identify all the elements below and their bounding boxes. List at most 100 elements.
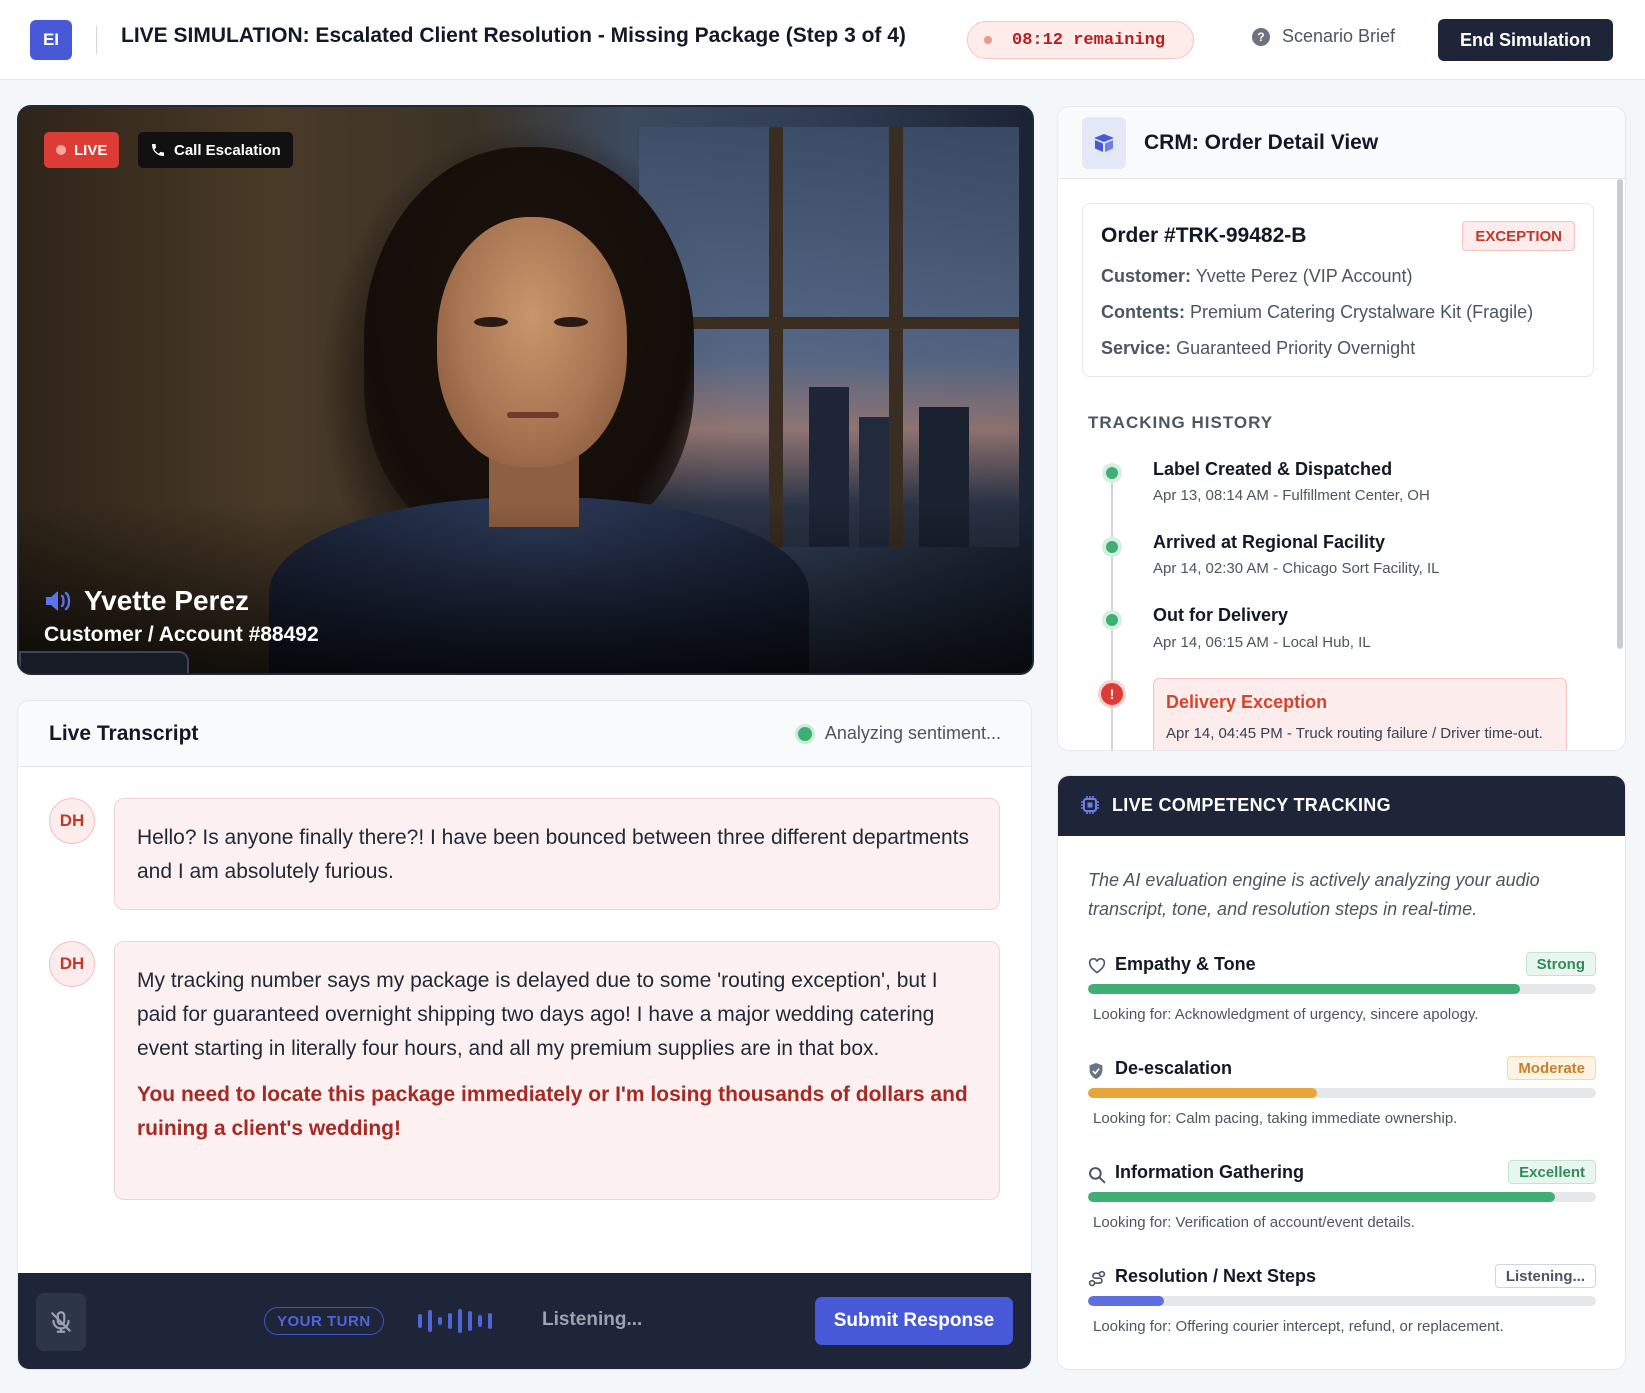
metric-name: Empathy & Tone <box>1115 954 1256 974</box>
metric-name: De-escalation <box>1115 1058 1233 1078</box>
crm-title: CRM: Order Detail View <box>1144 131 1379 154</box>
tracking-history-heading: TRACKING HISTORY <box>1088 413 1274 432</box>
metric-rating-badge: Listening... <box>1494 1264 1596 1288</box>
caller-account: Customer / Account #88492 <box>44 623 319 646</box>
metric-progress-fill <box>1088 1192 1556 1202</box>
sentiment-status-text: Analyzing sentiment... <box>824 723 1001 743</box>
order-card: Order #TRK-99482-B EXCEPTION Customer: Y… <box>1082 203 1594 377</box>
heart-icon <box>1088 958 1106 974</box>
timer-badge: 08:12 remaining <box>967 21 1194 59</box>
message-bubble: Hello? Is anyone finally there?! I have … <box>114 798 1000 910</box>
timer-text: 08:12 remaining <box>1012 30 1166 50</box>
order-service-label: Service: <box>1101 338 1172 358</box>
metric-progress-track <box>1088 984 1596 994</box>
video-corner-tab <box>19 651 189 673</box>
route-icon <box>1088 1270 1106 1287</box>
alert-icon: ! <box>1098 680 1126 708</box>
order-customer: Customer: Yvette Perez (VIP Account) <box>1101 266 1413 287</box>
metric-rating-badge: Excellent <box>1508 1160 1596 1184</box>
status-badge: EXCEPTION <box>1462 221 1575 251</box>
transcript-header: Live Transcript Analyzing sentiment... <box>18 701 1031 767</box>
tracking-event-title: Out for Delivery <box>1153 605 1289 625</box>
live-dot-icon <box>56 145 66 155</box>
end-simulation-button[interactable]: End Simulation <box>1438 19 1613 61</box>
search-icon <box>1089 1167 1106 1184</box>
caller-mouth <box>507 412 559 418</box>
metric-looking-for: Looking for: Verification of account/eve… <box>1093 1214 1415 1231</box>
order-customer-value: Yvette Perez (VIP Account) <box>1195 266 1413 286</box>
metric-progress-track <box>1088 1088 1596 1098</box>
live-label: LIVE <box>74 141 108 159</box>
mic-off-icon <box>51 1311 71 1333</box>
crm-scrollbar[interactable] <box>1617 179 1623 649</box>
scenario-brief-link[interactable]: ? Scenario Brief <box>1252 26 1395 47</box>
metric-looking-for: Looking for: Calm pacing, taking immedia… <box>1093 1110 1458 1127</box>
video-feed: LIVE Call Escalation Yvette Perez Custom… <box>17 105 1034 675</box>
order-contents-value: Premium Catering Crystalware Kit (Fragil… <box>1190 302 1534 322</box>
live-transcript-panel: Live Transcript Analyzing sentiment... D… <box>17 700 1032 1370</box>
window-mullion <box>639 317 1019 329</box>
caller-eye <box>554 317 588 327</box>
delivery-exception-card: Delivery Exception Apr 14, 04:45 PM - Tr… <box>1153 678 1567 750</box>
crm-header: CRM: Order Detail View <box>1058 107 1625 179</box>
caller-name: Yvette Perez <box>44 585 249 617</box>
tracking-event-title: Label Created & Dispatched <box>1153 459 1393 479</box>
avatar: DH <box>49 941 95 987</box>
competency-panel: LIVE COMPETENCY TRACKING The AI evaluati… <box>1057 775 1626 1370</box>
message-bubble: My tracking number says my package is de… <box>114 941 1000 1200</box>
timeline-dot-icon <box>1102 537 1122 557</box>
help-icon: ? <box>1252 27 1270 46</box>
listening-status: Listening... <box>542 1309 643 1330</box>
metric-name: Information Gathering <box>1115 1162 1304 1182</box>
page-title: LIVE SIMULATION: Escalated Client Resolu… <box>121 24 906 47</box>
tracking-event-detail: Apr 14, 02:30 AM - Chicago Sort Facility… <box>1153 560 1440 577</box>
metric-looking-for: Looking for: Offering courier intercept,… <box>1093 1318 1504 1335</box>
caller-face <box>437 217 627 467</box>
metric-rating-badge: Moderate <box>1507 1056 1596 1080</box>
window-mullion <box>769 127 783 547</box>
mute-button[interactable] <box>36 1293 86 1351</box>
message-text: Hello? Is anyone finally there?! I have … <box>137 826 970 883</box>
transcript-title: Live Transcript <box>49 722 199 745</box>
audio-waveform <box>418 1309 498 1333</box>
live-badge: LIVE <box>44 132 120 168</box>
call-escalation-badge: Call Escalation <box>138 132 293 168</box>
timer-dot-icon <box>984 36 992 44</box>
order-id: Order #TRK-99482-B <box>1101 224 1307 247</box>
submit-response-button[interactable]: Submit Response <box>815 1297 1013 1345</box>
your-turn-badge: YOUR TURN <box>264 1307 384 1335</box>
message-emphasis: You need to locate this package immediat… <box>137 1083 968 1140</box>
metric-progress-fill <box>1088 1296 1165 1306</box>
metric-progress-fill <box>1088 1088 1317 1098</box>
order-contents-label: Contents: <box>1101 302 1185 322</box>
sentiment-status: Analyzing sentiment... <box>794 723 1001 744</box>
call-escalation-label: Call Escalation <box>174 141 281 159</box>
caller-name-text: Yvette Perez <box>84 585 249 616</box>
order-service-value: Guaranteed Priority Overnight <box>1176 338 1416 358</box>
top-bar: EI LIVE SIMULATION: Escalated Client Res… <box>0 0 1645 80</box>
phone-icon <box>152 144 164 156</box>
competency-description: The AI evaluation engine is actively ana… <box>1088 870 1540 919</box>
tracking-event-title: Arrived at Regional Facility <box>1153 532 1386 552</box>
status-dot-icon <box>794 723 815 744</box>
chip-icon <box>1081 796 1099 814</box>
header-divider <box>96 26 97 54</box>
tracking-event-detail: Apr 14, 06:15 AM - Local Hub, IL <box>1153 634 1371 651</box>
tracking-event-title: Delivery Exception <box>1166 692 1328 712</box>
metric-rating-badge: Strong <box>1525 952 1596 976</box>
timeline-dot-icon <box>1102 463 1122 483</box>
competency-title: LIVE COMPETENCY TRACKING <box>1112 795 1391 815</box>
metric-progress-track <box>1088 1192 1596 1202</box>
order-customer-label: Customer: <box>1101 266 1192 286</box>
order-service: Service: Guaranteed Priority Overnight <box>1101 338 1415 359</box>
order-contents: Contents: Premium Catering Crystalware K… <box>1101 302 1533 323</box>
metric-progress-track <box>1088 1296 1596 1306</box>
tracking-event-detail: Apr 14, 04:45 PM - Truck routing failure… <box>1166 725 1543 742</box>
tracking-event-detail: Apr 13, 08:14 AM - Fulfillment Center, O… <box>1153 487 1430 504</box>
shield-icon <box>1089 1063 1103 1079</box>
metric-looking-for: Looking for: Acknowledgment of urgency, … <box>1093 1006 1479 1023</box>
response-control-bar: YOUR TURN Listening... Submit Response <box>18 1273 1031 1369</box>
window-mullion <box>889 127 903 547</box>
avatar: DH <box>49 798 95 844</box>
app-logo: EI <box>30 20 72 60</box>
